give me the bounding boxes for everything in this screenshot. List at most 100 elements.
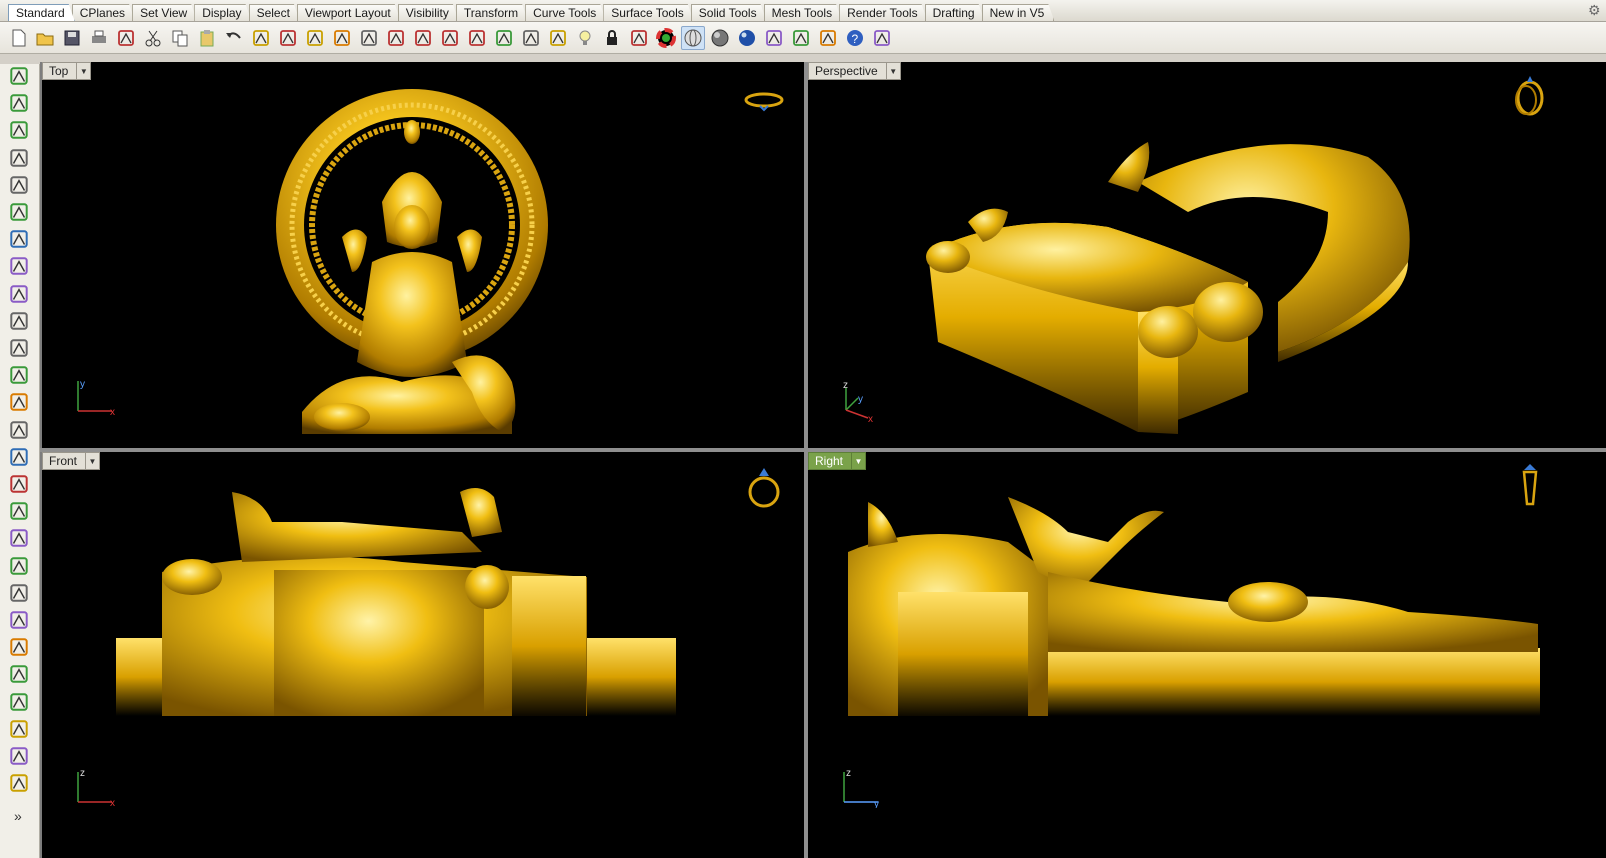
- extrude-icon[interactable]: [6, 445, 32, 469]
- import-icon[interactable]: [114, 26, 138, 50]
- tab-set-view[interactable]: Set View: [132, 4, 197, 21]
- select-arrow-icon[interactable]: [6, 64, 32, 88]
- tab-visibility[interactable]: Visibility: [398, 4, 459, 21]
- undo-view-icon[interactable]: [411, 26, 435, 50]
- tab-curve-tools[interactable]: Curve Tools: [525, 4, 606, 21]
- rotate-view-icon[interactable]: [276, 26, 300, 50]
- options-gear-icon[interactable]: [789, 26, 813, 50]
- tab-standard[interactable]: Standard: [8, 4, 75, 21]
- surface-icon[interactable]: [6, 336, 32, 360]
- surface-edit-icon[interactable]: [6, 363, 32, 387]
- toolbar-tab-row: Standard CPlanes Set View Display Select View…: [0, 0, 1606, 22]
- circle-icon[interactable]: [6, 173, 32, 197]
- wireframe-sphere-icon[interactable]: [681, 25, 705, 50]
- block-icon[interactable]: [6, 771, 32, 795]
- polygon-icon[interactable]: [6, 227, 32, 251]
- align-icon[interactable]: [546, 26, 570, 50]
- axis-gizmo-top: y x: [77, 379, 115, 417]
- save-icon[interactable]: [60, 26, 84, 50]
- target-icon[interactable]: [519, 26, 543, 50]
- funnel-icon[interactable]: [870, 26, 894, 50]
- tab-viewport-layout[interactable]: Viewport Layout: [297, 4, 401, 21]
- chevron-down-icon[interactable]: ▼: [76, 63, 90, 79]
- viewport-title-front[interactable]: Front ▼: [42, 452, 101, 470]
- curve-edit-icon[interactable]: [6, 662, 32, 686]
- axis-label-z: z: [843, 380, 848, 391]
- dimension-icon[interactable]: [816, 26, 840, 50]
- pan-hand-icon[interactable]: [249, 26, 273, 50]
- lock-icon[interactable]: [600, 26, 624, 50]
- rhino-window: Standard CPlanes Set View Display Select View…: [0, 0, 1606, 858]
- boolean-icon[interactable]: [6, 499, 32, 523]
- chevron-down-icon[interactable]: ▼: [851, 453, 865, 469]
- viewport-front[interactable]: Front ▼ z x: [42, 452, 804, 858]
- curve-icon[interactable]: [6, 146, 32, 170]
- viewport-right[interactable]: Right ▼ z y: [808, 452, 1606, 858]
- left-toolbar: »: [0, 64, 40, 858]
- print-icon[interactable]: [87, 26, 111, 50]
- sphere-icon[interactable]: [6, 418, 32, 442]
- car-icon[interactable]: [465, 26, 489, 50]
- point-icon[interactable]: [6, 91, 32, 115]
- shaded-sphere-icon[interactable]: [708, 26, 732, 50]
- zoom-selected-icon[interactable]: [384, 26, 408, 50]
- model-front-view: [116, 468, 780, 716]
- axis-label-x: x: [110, 798, 115, 808]
- viewport-perspective[interactable]: Perspective ▼ z y x: [808, 62, 1606, 448]
- text-icon[interactable]: [6, 717, 32, 741]
- viewport-top[interactable]: Top ▼ y x: [42, 62, 804, 448]
- tab-mesh-tools[interactable]: Mesh Tools: [764, 4, 842, 21]
- lightbulb-icon[interactable]: [573, 26, 597, 50]
- mesh-icon[interactable]: [6, 472, 32, 496]
- explode-icon[interactable]: [6, 526, 32, 550]
- open-icon[interactable]: [33, 26, 57, 50]
- model-perspective-view: [926, 76, 1544, 434]
- chevron-down-icon[interactable]: ▼: [885, 63, 900, 79]
- tab-render-tools[interactable]: Render Tools: [839, 4, 928, 21]
- tab-surface-tools[interactable]: Surface Tools: [603, 4, 694, 21]
- copy-icon[interactable]: [168, 26, 192, 50]
- chevron-down-icon[interactable]: ▼: [85, 453, 99, 469]
- flag-icon[interactable]: [762, 26, 786, 50]
- zoom-window-icon[interactable]: [330, 26, 354, 50]
- new-icon[interactable]: [6, 26, 30, 50]
- hexagon-icon[interactable]: [6, 282, 32, 306]
- fillet-icon[interactable]: [6, 309, 32, 333]
- tab-new-in-v5[interactable]: New in V5: [982, 4, 1055, 21]
- viewport-title-top[interactable]: Top ▼: [42, 62, 92, 80]
- more-tools-button[interactable]: »: [14, 808, 22, 824]
- paste-icon[interactable]: [195, 26, 219, 50]
- axis-label-y: y: [874, 799, 879, 808]
- polyline-icon[interactable]: [6, 118, 32, 142]
- axis-label-y: y: [858, 394, 863, 405]
- group-icon[interactable]: [6, 608, 32, 632]
- tab-display[interactable]: Display: [194, 4, 251, 21]
- tab-solid-tools[interactable]: Solid Tools: [691, 4, 767, 21]
- help-icon[interactable]: ?: [843, 26, 867, 50]
- tab-cplanes[interactable]: CPlanes: [72, 4, 135, 21]
- four-viewports-icon[interactable]: [438, 26, 462, 50]
- box-icon[interactable]: [6, 390, 32, 414]
- point-cloud-icon[interactable]: [6, 635, 32, 659]
- tab-drafting[interactable]: Drafting: [925, 4, 985, 21]
- undo-icon[interactable]: [222, 26, 246, 50]
- array-icon[interactable]: [6, 744, 32, 768]
- settings-gear-icon[interactable]: ⚙: [1588, 3, 1602, 17]
- transform-icon[interactable]: [6, 554, 32, 578]
- cut-icon[interactable]: [141, 26, 165, 50]
- rebuild-icon[interactable]: [6, 690, 32, 714]
- ellipse-icon[interactable]: [6, 200, 32, 224]
- eye-icon[interactable]: [492, 26, 516, 50]
- rectangle-icon[interactable]: [6, 254, 32, 278]
- viewport-title-right[interactable]: Right ▼: [808, 452, 867, 470]
- render-sphere-icon[interactable]: [735, 26, 759, 50]
- zoom-extents-icon[interactable]: [357, 26, 381, 50]
- axis-label-z: z: [80, 768, 85, 779]
- trim-icon[interactable]: [6, 581, 32, 605]
- tab-select[interactable]: Select: [249, 4, 300, 21]
- layer-icon[interactable]: [627, 26, 651, 50]
- tab-transform[interactable]: Transform: [456, 4, 528, 21]
- viewport-title-perspective[interactable]: Perspective ▼: [808, 62, 901, 80]
- zoom-icon[interactable]: [303, 26, 327, 50]
- color-wheel-icon[interactable]: [654, 26, 678, 50]
